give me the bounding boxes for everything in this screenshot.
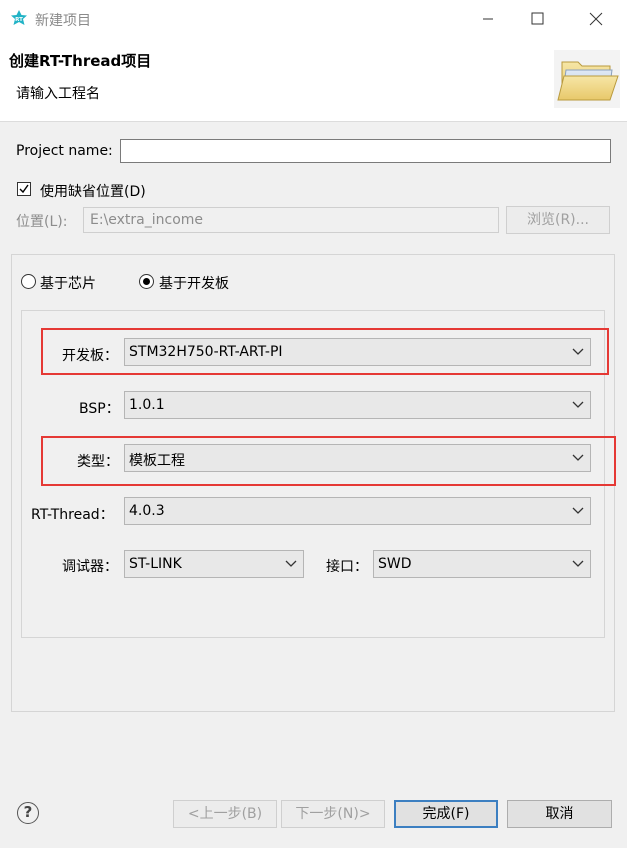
svg-text:RT: RT: [15, 17, 23, 23]
bsp-select[interactable]: 1.0.1: [124, 391, 591, 419]
debugger-label: 调试器：: [62, 559, 118, 575]
close-icon[interactable]: [581, 6, 611, 32]
wizard-title: 创建RT-Thread项目: [9, 52, 152, 70]
chip-based-label: 基于芯片: [40, 276, 96, 292]
board-select-value: STM32H750-RT-ART-PI: [129, 344, 283, 360]
next-button[interactable]: 下一步(N)>: [281, 800, 385, 828]
project-name-input[interactable]: [120, 139, 611, 163]
type-select[interactable]: 模板工程: [124, 444, 591, 472]
chevron-down-icon: [572, 560, 584, 567]
maximize-icon[interactable]: [522, 6, 552, 32]
window-title: 新建项目: [35, 13, 91, 29]
board-label: 开发板：: [62, 348, 118, 364]
rtthread-version-select[interactable]: 4.0.3: [124, 497, 591, 525]
chevron-down-icon: [572, 454, 584, 461]
location-label: 位置(L):: [16, 214, 68, 230]
type-label: 类型：: [77, 454, 119, 470]
chevron-down-icon: [572, 401, 584, 408]
board-based-radio[interactable]: [139, 274, 154, 289]
cancel-button[interactable]: 取消: [507, 800, 612, 828]
back-button[interactable]: <上一步(B): [173, 800, 277, 828]
window-titlebar: RT 新建项目: [0, 0, 627, 38]
location-value: E:\extra_income: [90, 212, 204, 228]
finish-button[interactable]: 完成(F): [394, 800, 498, 828]
bsp-select-value: 1.0.1: [129, 397, 165, 413]
wizard-header: 创建RT-Thread项目 请输入工程名: [0, 38, 627, 122]
chevron-down-icon: [285, 560, 297, 567]
chevron-down-icon: [572, 507, 584, 514]
type-select-value: 模板工程: [129, 453, 185, 469]
bsp-label: BSP：: [79, 401, 120, 417]
use-default-location-checkbox[interactable]: [17, 182, 31, 196]
interface-label: 接口：: [326, 559, 368, 575]
browse-button[interactable]: 浏览(R)...: [506, 206, 610, 234]
chevron-down-icon: [572, 348, 584, 355]
folder-open-icon: [554, 50, 620, 108]
location-input[interactable]: E:\extra_income: [83, 207, 499, 233]
interface-select[interactable]: SWD: [373, 550, 591, 578]
rtthread-version-value: 4.0.3: [129, 503, 165, 519]
project-name-label: Project name:: [16, 143, 113, 159]
rtthread-label: RT-Thread：: [31, 507, 114, 523]
chip-based-radio[interactable]: [21, 274, 36, 289]
board-select[interactable]: STM32H750-RT-ART-PI: [124, 338, 591, 366]
interface-select-value: SWD: [378, 556, 412, 572]
checkmark-icon: [19, 184, 29, 194]
use-default-location-label: 使用缺省位置(D): [40, 184, 146, 200]
debugger-select-value: ST-LINK: [129, 556, 182, 572]
debugger-select[interactable]: ST-LINK: [124, 550, 304, 578]
wizard-subtitle: 请输入工程名: [16, 86, 100, 102]
help-question-icon[interactable]: ?: [17, 802, 39, 824]
minimize-icon[interactable]: [473, 6, 503, 32]
board-based-label: 基于开发板: [159, 276, 229, 292]
rt-thread-logo-icon: RT: [11, 10, 27, 25]
